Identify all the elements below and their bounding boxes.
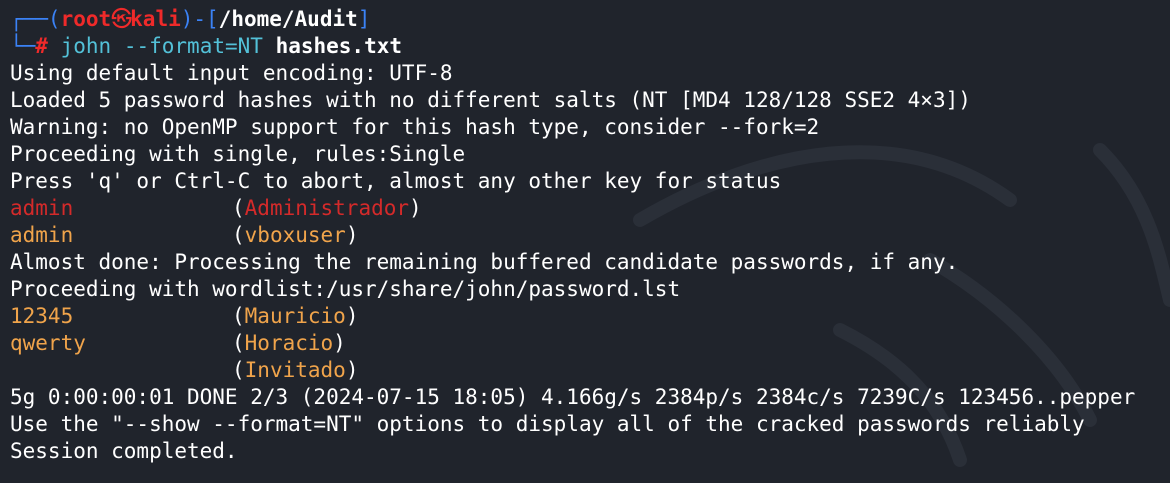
cracked-user: Administrador [244,196,410,220]
cracked-user: Horacio [244,331,334,355]
output-line: Proceeding with single, rules:Single [10,142,466,166]
prompt-bracket-close: ] [357,7,371,31]
command-program: john [60,34,112,58]
prompt-line: ┌──(root㉿kali)-[/home/Audit] [10,6,1170,33]
cracked-row: 12345 (Mauricio) [10,303,1170,330]
cracked-row: admin (vboxuser) [10,222,1170,249]
output-line: Session completed. [10,439,238,463]
status-line: 5g 0:00:00:01 DONE 2/3 (2024-07-15 18:05… [10,385,1136,409]
prompt-separator: )-[ [180,7,219,31]
output-line: Using default input encoding: UTF-8 [10,61,453,85]
cracked-password: admin [10,196,74,220]
cracked-user: Mauricio [244,304,346,328]
prompt-bracket-open: ┌──( [10,7,61,31]
kali-skull-icon: ㉿ [111,7,133,31]
prompt-corner: └─ [10,34,36,58]
cracked-user-wrapper: (Administrador) [232,196,422,220]
cracked-password: qwerty [10,331,86,355]
output-line: Almost done: Processing the remaining bu… [10,250,959,274]
output-line: Use the "--show --format=NT" options to … [10,412,1085,436]
cracked-user: vboxuser [244,223,346,247]
command-args: --format=NT [123,34,263,58]
output-line: Proceeding with wordlist:/usr/share/john… [10,277,681,301]
cracked-user: Invitado [244,358,346,382]
prompt-path: /home/Audit [218,7,358,31]
prompt-host: kali [130,7,181,31]
command-file: hashes.txt [275,34,403,58]
output-line: Warning: no OpenMP support for this hash… [10,115,820,139]
cracked-password: admin [10,223,74,247]
cracked-row: admin (Administrador) [10,195,1170,222]
cracked-row: (Invitado) [10,357,1170,384]
cracked-user-wrapper: (Invitado) [232,358,359,382]
prompt-hash: # [35,34,48,58]
cracked-user-wrapper: (vboxuser) [232,223,359,247]
prompt-user: root [60,7,112,31]
cracked-password: 12345 [10,304,74,328]
cracked-row: qwerty (Horacio) [10,330,1170,357]
output-line: Loaded 5 password hashes with no differe… [10,88,971,112]
cracked-user-wrapper: (Mauricio) [232,304,359,328]
command-line: └─# john --format=NT hashes.txt [10,33,1170,60]
terminal-output: ┌──(root㉿kali)-[/home/Audit] └─# john --… [10,6,1170,465]
output-line: Press 'q' or Ctrl-C to abort, almost any… [10,169,782,193]
cracked-user-wrapper: (Horacio) [232,331,346,355]
